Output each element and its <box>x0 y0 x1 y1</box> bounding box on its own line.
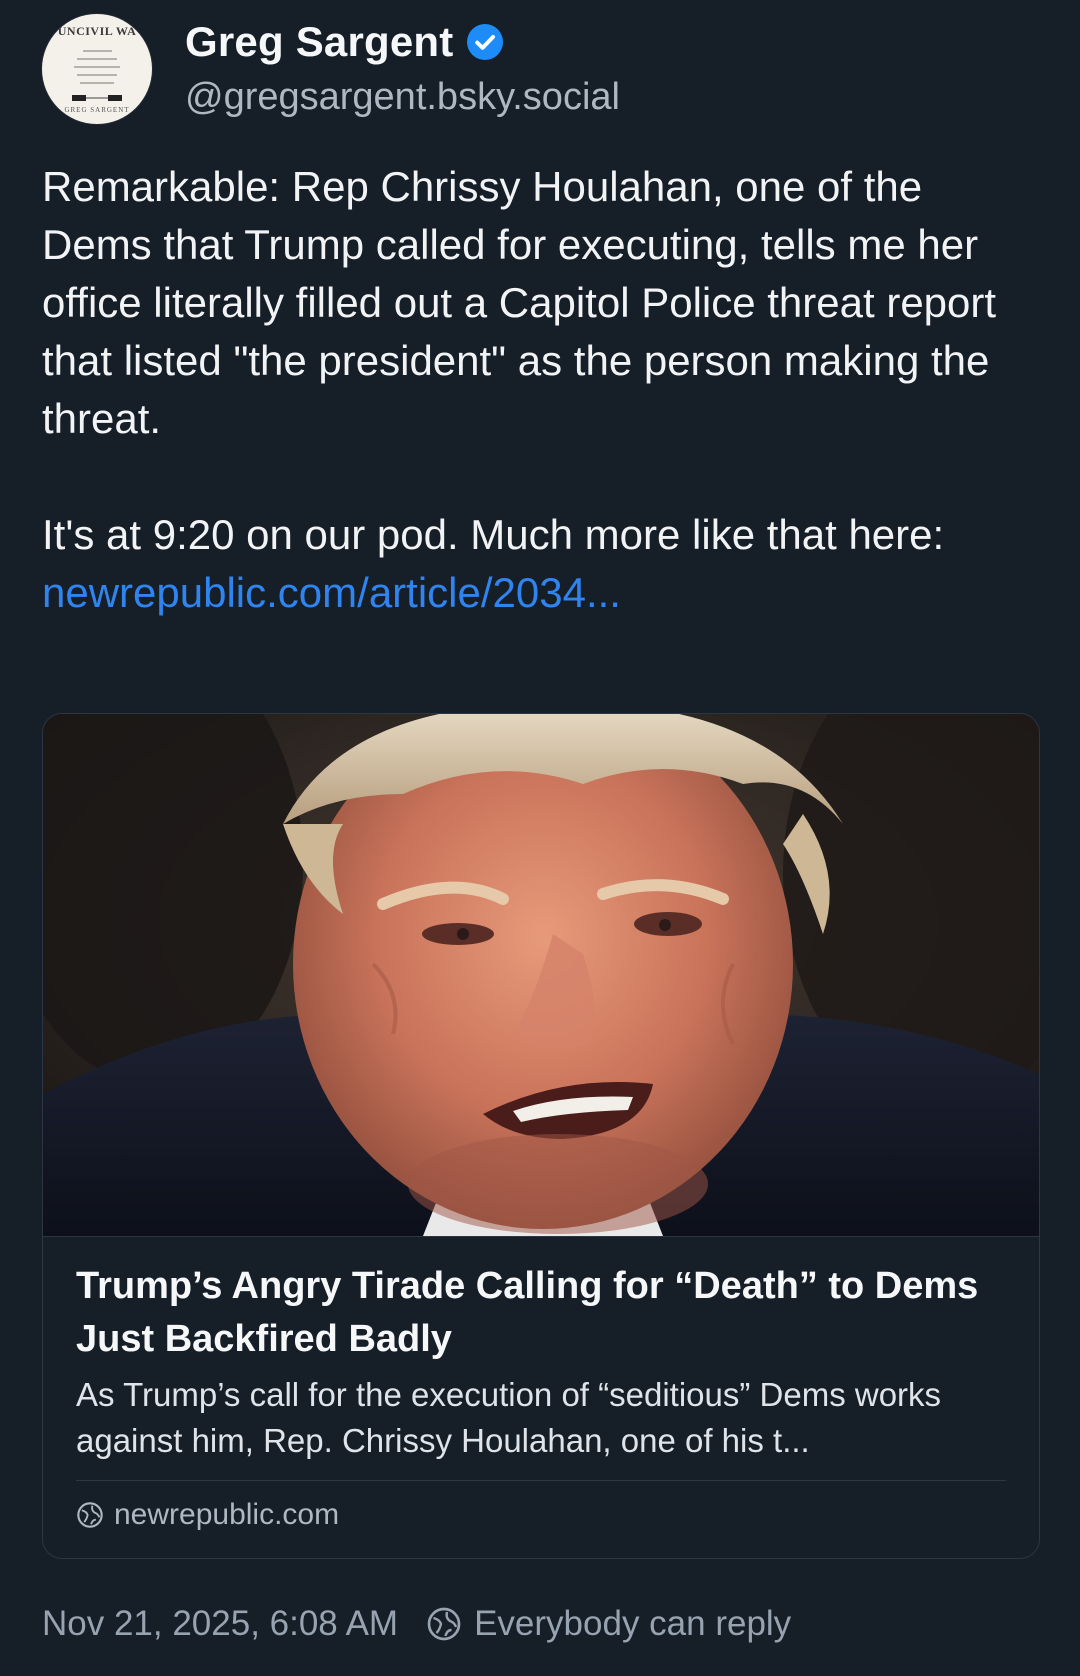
author-name-row[interactable]: Greg Sargent <box>185 18 504 66</box>
verified-badge-icon[interactable] <box>467 24 504 60</box>
avatar-cover-title: UNCIVIL WA <box>57 24 137 38</box>
trump-photo-illustration <box>43 714 1039 1236</box>
link-card-divider <box>76 1480 1006 1481</box>
post-footer: Nov 21, 2025, 6:08 AM Everybody can repl… <box>42 1604 791 1644</box>
link-card-domain-row: newrepublic.com <box>76 1498 339 1532</box>
post-paragraph-2: It's at 9:20 on our pod. Much more like … <box>42 511 945 558</box>
reply-setting-label[interactable]: Everybody can reply <box>474 1604 791 1644</box>
post-thread-item: UNCIVIL WA GREG SARGENT Greg Sargent @gr… <box>0 0 1080 1676</box>
link-card-domain: newrepublic.com <box>114 1498 340 1531</box>
link-card-thumbnail[interactable] <box>43 714 1039 1237</box>
avatar-cover-art-icon <box>72 95 122 101</box>
avatar-cover-subtitle-lines <box>68 50 126 90</box>
post-timestamp: Nov 21, 2025, 6:08 AM <box>42 1604 399 1643</box>
author-handle[interactable]: @gregsargent.bsky.social <box>185 76 620 119</box>
post-link[interactable]: newrepublic.com/article/2034... <box>42 569 621 616</box>
post-paragraph-1: Remarkable: Rep Chrissy Houlahan, one of… <box>42 163 997 442</box>
globe-icon <box>77 1502 103 1528</box>
link-card-description: As Trump’s call for the execution of “se… <box>76 1376 942 1459</box>
reply-settings-icon[interactable] <box>426 1606 462 1642</box>
avatar-cover-author: GREG SARGENT <box>64 106 130 114</box>
link-preview-card[interactable]: Trump’s Angry Tirade Calling for “Death”… <box>42 713 1040 1559</box>
author-display-name[interactable]: Greg Sargent <box>185 18 453 66</box>
post-body: Remarkable: Rep Chrissy Houlahan, one of… <box>42 158 1042 622</box>
avatar[interactable]: UNCIVIL WA GREG SARGENT <box>42 14 152 124</box>
link-card-title[interactable]: Trump’s Angry Tirade Calling for “Death”… <box>76 1260 1006 1366</box>
